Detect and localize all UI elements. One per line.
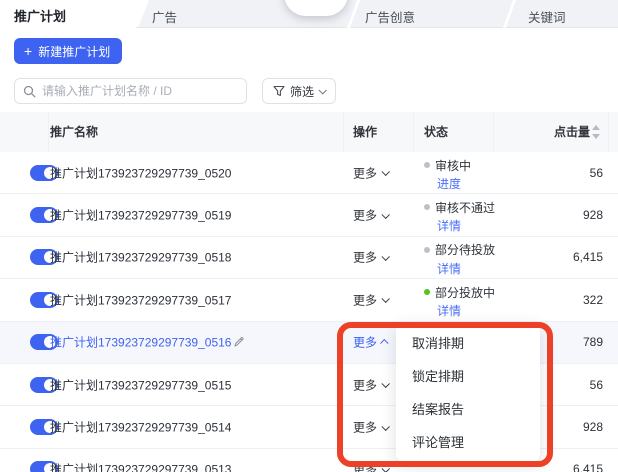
status-text: 部分待投放 <box>435 241 495 258</box>
funnel-icon <box>273 85 285 97</box>
sort-icon[interactable] <box>592 125 600 139</box>
status-detail-link[interactable]: 进度 <box>437 175 471 192</box>
filter-button-label: 筛选 <box>290 83 314 100</box>
status-cell: 审核中 进度 <box>424 157 471 192</box>
status-cell: 部分投放中 详情 <box>424 284 495 319</box>
table-row: 推广计划173923729297739_0517 更多 部分投放中 详情 322 <box>0 279 618 321</box>
status-text: 审核不通过 <box>435 199 495 216</box>
campaign-name: 推广计划173923729297739_0513 <box>50 461 231 472</box>
more-chevron-icon <box>381 464 389 472</box>
column-header-action: 操作 <box>353 112 377 152</box>
clicks-value: 322 <box>583 293 603 307</box>
status-dot <box>424 247 430 253</box>
tab-bar-divider <box>136 27 618 28</box>
dropdown-item[interactable]: 评论管理 <box>396 426 540 459</box>
clicks-value: 56 <box>590 166 603 180</box>
tab-ads[interactable]: 广告 <box>152 7 177 26</box>
more-button[interactable]: 更多 <box>353 291 388 308</box>
clicks-value: 6,415 <box>573 462 603 472</box>
dropdown-item[interactable]: 结案报告 <box>396 393 540 426</box>
more-chevron-icon <box>381 380 389 388</box>
campaign-name[interactable]: 推广计划173923729297739_0516 <box>50 334 231 351</box>
status-dot <box>424 162 430 168</box>
campaign-name: 推广计划173923729297739_0514 <box>50 419 231 436</box>
more-button[interactable]: 更多 <box>353 419 388 436</box>
clicks-value: 6,415 <box>573 250 603 264</box>
table-row: 推广计划173923729297739_0520 更多 审核中 进度 56 <box>0 152 618 194</box>
more-button-label: 更多 <box>353 376 377 393</box>
edit-pencil-icon[interactable] <box>233 336 245 348</box>
more-chevron-icon <box>381 295 389 303</box>
search-input-wrapper[interactable] <box>14 78 247 104</box>
column-header-status: 状态 <box>424 112 448 152</box>
campaign-name: 推广计划173923729297739_0518 <box>50 249 231 266</box>
campaign-name: 推广计划173923729297739_0520 <box>50 164 231 181</box>
more-button[interactable]: 更多 <box>353 376 388 393</box>
chevron-down-icon <box>318 86 326 94</box>
table-row: 推广计划173923729297739_0518 更多 部分待投放 详情 6,4… <box>0 237 618 279</box>
new-campaign-button[interactable]: + 新建推广计划 <box>14 38 122 64</box>
more-button[interactable]: 更多 <box>353 334 388 351</box>
more-chevron-icon <box>381 168 389 176</box>
status-detail-link[interactable]: 详情 <box>437 260 495 277</box>
filter-button[interactable]: 筛选 <box>262 78 336 104</box>
more-chevron-icon <box>381 422 389 430</box>
clicks-value: 789 <box>583 335 603 349</box>
table-row: 推广计划173923729297739_0519 更多 审核不通过 详情 928 <box>0 194 618 236</box>
more-dropdown-menu: 取消排期锁定排期结案报告评论管理 <box>396 323 540 462</box>
clicks-value: 928 <box>583 420 603 434</box>
more-button-label: 更多 <box>353 419 377 436</box>
more-button-label: 更多 <box>353 334 377 351</box>
campaign-name: 推广计划173923729297739_0517 <box>50 291 231 308</box>
clicks-value: 928 <box>583 208 603 222</box>
status-dot <box>424 204 430 210</box>
more-button[interactable]: 更多 <box>353 164 388 181</box>
table-header: 推广名称 操作 状态 点击量 <box>0 112 618 152</box>
column-header-name: 推广名称 <box>50 112 98 152</box>
campaign-name: 推广计划173923729297739_0515 <box>50 376 231 393</box>
more-button-label: 更多 <box>353 249 377 266</box>
more-button[interactable]: 更多 <box>353 207 388 224</box>
more-chevron-icon <box>381 210 389 218</box>
status-dot <box>424 289 430 295</box>
status-cell: 部分待投放 详情 <box>424 242 495 277</box>
new-campaign-button-label: 新建推广计划 <box>38 43 110 60</box>
more-button-label: 更多 <box>353 164 377 181</box>
status-text: 部分投放中 <box>435 284 495 301</box>
dropdown-item[interactable]: 锁定排期 <box>396 360 540 393</box>
campaign-name: 推广计划173923729297739_0519 <box>50 207 231 224</box>
dropdown-item[interactable]: 取消排期 <box>396 327 540 360</box>
clicks-value: 56 <box>590 378 603 392</box>
search-input[interactable] <box>42 84 238 98</box>
more-button-label: 更多 <box>353 461 377 472</box>
status-text: 审核中 <box>435 157 471 174</box>
more-chevron-icon <box>381 253 389 261</box>
search-icon <box>23 85 36 98</box>
tab-keywords[interactable]: 关键词 <box>528 7 566 26</box>
more-button-label: 更多 <box>353 291 377 308</box>
status-detail-link[interactable]: 详情 <box>437 302 495 319</box>
tab-creatives[interactable]: 广告创意 <box>365 7 415 26</box>
column-header-clicks[interactable]: 点击量 <box>554 112 590 152</box>
more-chevron-icon <box>380 339 388 347</box>
more-button-label: 更多 <box>353 207 377 224</box>
status-detail-link[interactable]: 详情 <box>437 217 495 234</box>
more-button[interactable]: 更多 <box>353 249 388 266</box>
status-cell: 审核不通过 详情 <box>424 199 495 234</box>
tab-campaigns[interactable]: 推广计划 <box>14 6 66 25</box>
more-button[interactable]: 更多 <box>353 461 388 472</box>
plus-icon: + <box>24 44 32 58</box>
